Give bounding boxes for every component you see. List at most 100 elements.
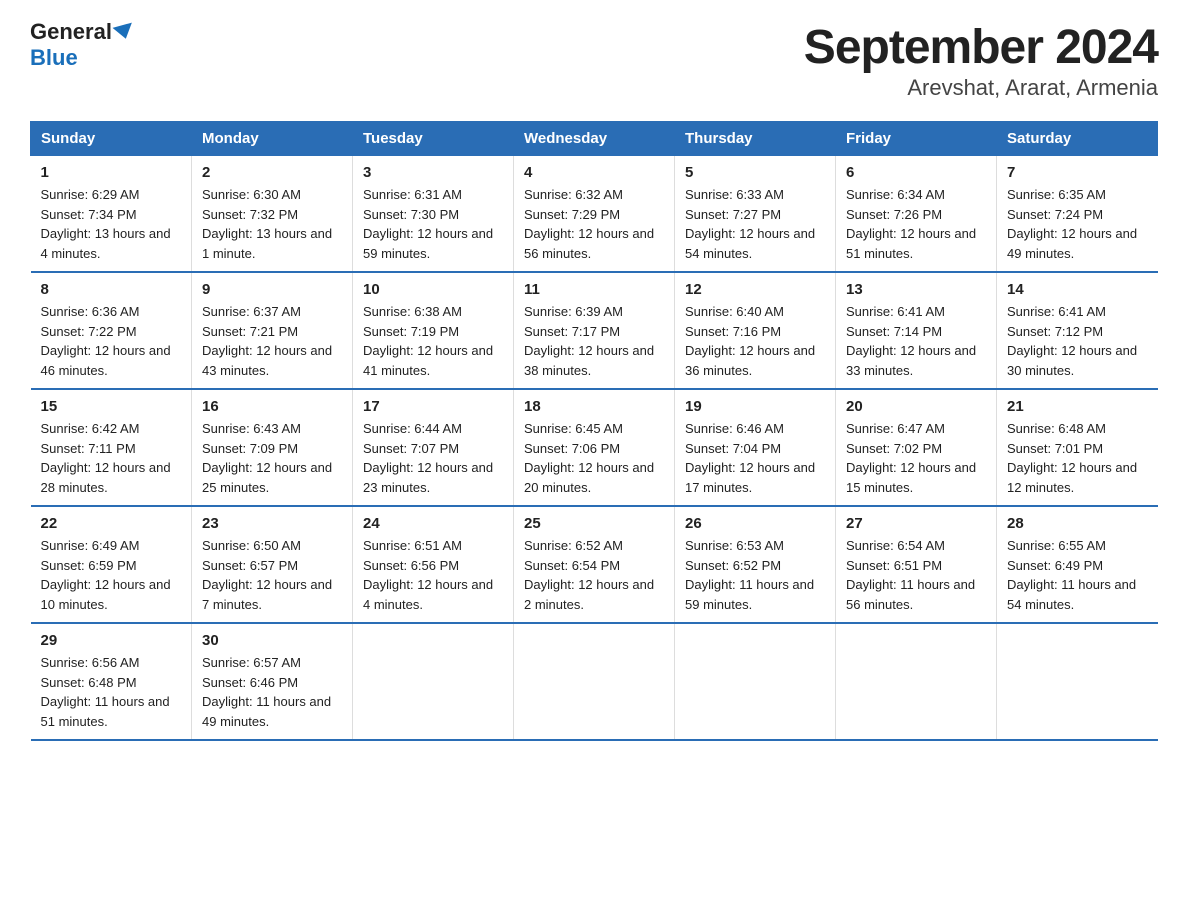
day-number: 26: [685, 515, 825, 532]
header-row: SundayMondayTuesdayWednesdayThursdayFrid…: [31, 122, 1158, 156]
day-number: 20: [846, 398, 986, 415]
day-info: Sunrise: 6:57 AMSunset: 6:46 PMDaylight:…: [202, 653, 342, 731]
calendar-cell: 8 Sunrise: 6:36 AMSunset: 7:22 PMDaylight…: [31, 272, 192, 389]
day-number: 25: [524, 515, 664, 532]
day-number: 5: [685, 164, 825, 181]
calendar-cell: [836, 623, 997, 740]
day-info: Sunrise: 6:44 AMSunset: 7:07 PMDaylight:…: [363, 419, 503, 497]
day-info: Sunrise: 6:52 AMSunset: 6:54 PMDaylight:…: [524, 536, 664, 614]
day-number: 8: [41, 281, 182, 298]
calendar-cell: 1Sunrise: 6:29 AMSunset: 7:34 PMDaylight…: [31, 156, 192, 273]
day-number: 11: [524, 281, 664, 298]
day-info: Sunrise: 6:50 AMSunset: 6:57 PMDaylight:…: [202, 536, 342, 614]
header-day-friday: Friday: [836, 122, 997, 156]
calendar-cell: 22 Sunrise: 6:49 AMSunset: 6:59 PMDayligh…: [31, 506, 192, 623]
day-number: 29: [41, 632, 182, 649]
logo-text-blue: Blue: [30, 46, 78, 70]
day-info: Sunrise: 6:42 AMSunset: 7:11 PMDaylight:…: [41, 419, 182, 497]
day-info: Sunrise: 6:56 AMSunset: 6:48 PMDaylight:…: [41, 653, 182, 731]
day-number: 21: [1007, 398, 1148, 415]
day-number: 6: [846, 164, 986, 181]
calendar-cell: 12 Sunrise: 6:40 AMSunset: 7:16 PMDayligh…: [675, 272, 836, 389]
header-day-saturday: Saturday: [997, 122, 1158, 156]
day-info: Sunrise: 6:40 AMSunset: 7:16 PMDaylight:…: [685, 302, 825, 380]
day-info: Sunrise: 6:48 AMSunset: 7:01 PMDaylight:…: [1007, 419, 1148, 497]
calendar-cell: 26 Sunrise: 6:53 AMSunset: 6:52 PMDayligh…: [675, 506, 836, 623]
day-number: 4: [524, 164, 664, 181]
day-number: 15: [41, 398, 182, 415]
day-info: Sunrise: 6:43 AMSunset: 7:09 PMDaylight:…: [202, 419, 342, 497]
day-number: 13: [846, 281, 986, 298]
week-row-2: 8 Sunrise: 6:36 AMSunset: 7:22 PMDaylight…: [31, 272, 1158, 389]
calendar-title: September 2024: [804, 20, 1158, 75]
day-info: Sunrise: 6:39 AMSunset: 7:17 PMDaylight:…: [524, 302, 664, 380]
day-number: 23: [202, 515, 342, 532]
day-info: Sunrise: 6:29 AMSunset: 7:34 PMDaylight:…: [41, 185, 182, 263]
day-number: 27: [846, 515, 986, 532]
calendar-cell: 27Sunrise: 6:54 AMSunset: 6:51 PMDayligh…: [836, 506, 997, 623]
calendar-cell: 29 Sunrise: 6:56 AMSunset: 6:48 PMDayligh…: [31, 623, 192, 740]
week-row-3: 15 Sunrise: 6:42 AMSunset: 7:11 PMDayligh…: [31, 389, 1158, 506]
day-info: Sunrise: 6:32 AMSunset: 7:29 PMDaylight:…: [524, 185, 664, 263]
day-info: Sunrise: 6:36 AMSunset: 7:22 PMDaylight:…: [41, 302, 182, 380]
header-day-thursday: Thursday: [675, 122, 836, 156]
logo: General Blue: [30, 20, 134, 70]
day-number: 3: [363, 164, 503, 181]
calendar-cell: 11 Sunrise: 6:39 AMSunset: 7:17 PMDayligh…: [514, 272, 675, 389]
calendar-cell: 20Sunrise: 6:47 AMSunset: 7:02 PMDayligh…: [836, 389, 997, 506]
day-info: Sunrise: 6:55 AMSunset: 6:49 PMDaylight:…: [1007, 536, 1148, 614]
day-info: Sunrise: 6:38 AMSunset: 7:19 PMDaylight:…: [363, 302, 503, 380]
day-number: 14: [1007, 281, 1148, 298]
day-info: Sunrise: 6:31 AMSunset: 7:30 PMDaylight:…: [363, 185, 503, 263]
day-info: Sunrise: 6:53 AMSunset: 6:52 PMDaylight:…: [685, 536, 825, 614]
calendar-cell: 25 Sunrise: 6:52 AMSunset: 6:54 PMDayligh…: [514, 506, 675, 623]
calendar-cell: 14 Sunrise: 6:41 AMSunset: 7:12 PMDayligh…: [997, 272, 1158, 389]
day-info: Sunrise: 6:41 AMSunset: 7:14 PMDaylight:…: [846, 302, 986, 380]
calendar-cell: 7 Sunrise: 6:35 AMSunset: 7:24 PMDaylight…: [997, 156, 1158, 273]
day-number: 7: [1007, 164, 1148, 181]
day-number: 30: [202, 632, 342, 649]
page-header: General Blue September 2024 Arevshat, Ar…: [30, 20, 1158, 101]
day-info: Sunrise: 6:46 AMSunset: 7:04 PMDaylight:…: [685, 419, 825, 497]
day-number: 12: [685, 281, 825, 298]
day-number: 17: [363, 398, 503, 415]
header-day-monday: Monday: [192, 122, 353, 156]
day-info: Sunrise: 6:37 AMSunset: 7:21 PMDaylight:…: [202, 302, 342, 380]
header-day-tuesday: Tuesday: [353, 122, 514, 156]
calendar-cell: [353, 623, 514, 740]
day-info: Sunrise: 6:49 AMSunset: 6:59 PMDaylight:…: [41, 536, 182, 614]
day-info: Sunrise: 6:35 AMSunset: 7:24 PMDaylight:…: [1007, 185, 1148, 263]
day-info: Sunrise: 6:41 AMSunset: 7:12 PMDaylight:…: [1007, 302, 1148, 380]
day-number: 18: [524, 398, 664, 415]
day-info: Sunrise: 6:33 AMSunset: 7:27 PMDaylight:…: [685, 185, 825, 263]
day-number: 19: [685, 398, 825, 415]
calendar-cell: 21 Sunrise: 6:48 AMSunset: 7:01 PMDayligh…: [997, 389, 1158, 506]
calendar-cell: 9 Sunrise: 6:37 AMSunset: 7:21 PMDaylight…: [192, 272, 353, 389]
calendar-cell: 6 Sunrise: 6:34 AMSunset: 7:26 PMDaylight…: [836, 156, 997, 273]
calendar-cell: 5 Sunrise: 6:33 AMSunset: 7:27 PMDaylight…: [675, 156, 836, 273]
calendar-cell: 3 Sunrise: 6:31 AMSunset: 7:30 PMDaylight…: [353, 156, 514, 273]
calendar-cell: [675, 623, 836, 740]
week-row-5: 29 Sunrise: 6:56 AMSunset: 6:48 PMDayligh…: [31, 623, 1158, 740]
day-number: 28: [1007, 515, 1148, 532]
calendar-cell: 16 Sunrise: 6:43 AMSunset: 7:09 PMDayligh…: [192, 389, 353, 506]
day-number: 2: [202, 164, 342, 181]
calendar-cell: [514, 623, 675, 740]
day-number: 24: [363, 515, 503, 532]
calendar-cell: 19 Sunrise: 6:46 AMSunset: 7:04 PMDayligh…: [675, 389, 836, 506]
day-number: 9: [202, 281, 342, 298]
week-row-1: 1Sunrise: 6:29 AMSunset: 7:34 PMDaylight…: [31, 156, 1158, 273]
week-row-4: 22 Sunrise: 6:49 AMSunset: 6:59 PMDayligh…: [31, 506, 1158, 623]
header-day-sunday: Sunday: [31, 122, 192, 156]
day-number: 22: [41, 515, 182, 532]
calendar-cell: 30 Sunrise: 6:57 AMSunset: 6:46 PMDayligh…: [192, 623, 353, 740]
calendar-cell: 15 Sunrise: 6:42 AMSunset: 7:11 PMDayligh…: [31, 389, 192, 506]
day-number: 16: [202, 398, 342, 415]
day-info: Sunrise: 6:34 AMSunset: 7:26 PMDaylight:…: [846, 185, 986, 263]
calendar-cell: 17 Sunrise: 6:44 AMSunset: 7:07 PMDayligh…: [353, 389, 514, 506]
logo-text-general: General: [30, 20, 112, 44]
day-info: Sunrise: 6:51 AMSunset: 6:56 PMDaylight:…: [363, 536, 503, 614]
title-block: September 2024 Arevshat, Ararat, Armenia: [804, 20, 1158, 101]
day-info: Sunrise: 6:30 AMSunset: 7:32 PMDaylight:…: [202, 185, 342, 263]
day-number: 10: [363, 281, 503, 298]
